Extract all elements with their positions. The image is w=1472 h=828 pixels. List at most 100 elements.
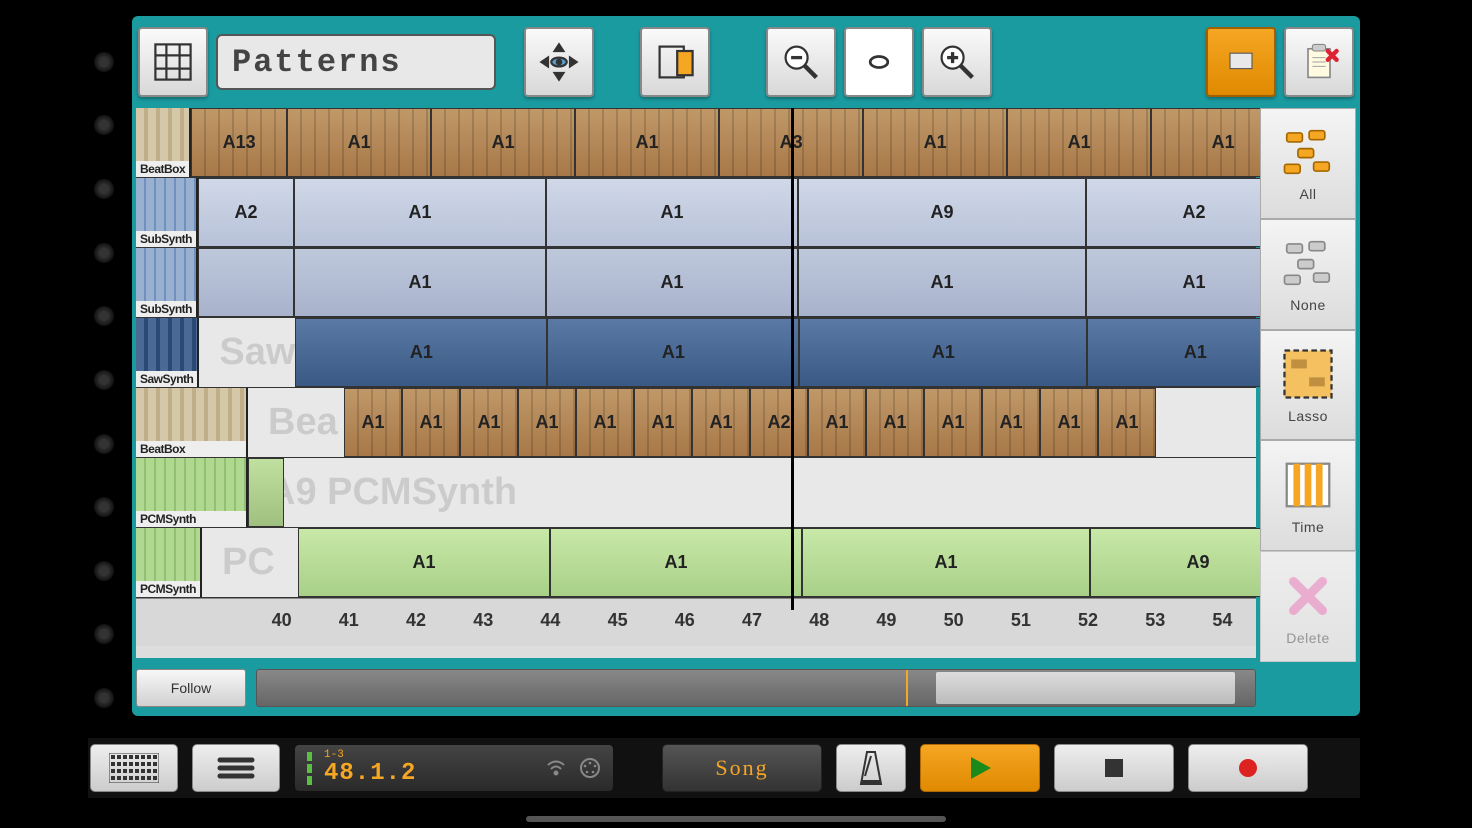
- track-lane[interactable]: PCA1A1A1A9: [202, 528, 1306, 597]
- pattern-clip[interactable]: A1: [294, 178, 546, 247]
- empty-region[interactable]: [202, 528, 298, 597]
- zoom-reset-button[interactable]: [844, 27, 914, 97]
- pattern-clip[interactable]: A1: [298, 528, 550, 597]
- delete-button[interactable]: Delete: [1260, 551, 1356, 662]
- split-button[interactable]: [640, 27, 710, 97]
- follow-button[interactable]: Follow: [136, 669, 246, 707]
- track-header[interactable]: SawSynth: [136, 318, 199, 387]
- track-header[interactable]: SubSynth: [136, 178, 198, 247]
- pattern-clip[interactable]: A1: [547, 318, 799, 387]
- horizontal-scrollbar[interactable]: [256, 669, 1256, 707]
- pattern-clip[interactable]: A1: [799, 318, 1087, 387]
- home-indicator: [526, 816, 946, 822]
- position-text: 48.1.2: [324, 760, 416, 787]
- track-row[interactable]: SawSynthSawA1A1A1A1: [136, 318, 1256, 388]
- bar-number: 45: [584, 599, 651, 646]
- pattern-clip[interactable]: A1: [344, 388, 402, 457]
- track-name-label: SubSynth: [136, 301, 196, 317]
- pattern-clip[interactable]: A1: [866, 388, 924, 457]
- bar-number: 48: [786, 599, 853, 646]
- pattern-clip[interactable]: A1: [287, 108, 431, 177]
- pattern-clip[interactable]: [248, 458, 284, 527]
- pattern-clip[interactable]: A2: [198, 178, 294, 247]
- pattern-clip[interactable]: A1: [982, 388, 1040, 457]
- pattern-clip[interactable]: A1: [294, 248, 546, 317]
- clipboard-button[interactable]: [1284, 27, 1354, 97]
- pattern-clip[interactable]: A1: [634, 388, 692, 457]
- track-row[interactable]: SubSynthA2 UBA1A1A1A1: [136, 248, 1256, 318]
- pattern-clip[interactable]: A1: [575, 108, 719, 177]
- track-lane[interactable]: A2 UBA1A1A1A1: [198, 248, 1302, 317]
- select-all-button[interactable]: All: [1260, 108, 1356, 219]
- midi-icon: [579, 757, 601, 779]
- pattern-clip[interactable]: A1: [1098, 388, 1156, 457]
- menu-button[interactable]: [192, 744, 280, 792]
- pattern-clip[interactable]: A1: [1040, 388, 1098, 457]
- record-button[interactable]: [1188, 744, 1308, 792]
- track-row[interactable]: SubSynthA2A1A1A9A2: [136, 178, 1256, 248]
- pattern-clip[interactable]: A2: [750, 388, 808, 457]
- clip-label: A1: [412, 552, 435, 573]
- grid-view-button[interactable]: [138, 27, 208, 97]
- play-button[interactable]: [920, 744, 1040, 792]
- pattern-clip[interactable]: A1: [295, 318, 547, 387]
- pan-view-button[interactable]: [524, 27, 594, 97]
- pattern-clip[interactable]: A1: [576, 388, 634, 457]
- lasso-button[interactable]: Lasso: [1260, 330, 1356, 441]
- pattern-clip[interactable]: A1: [546, 178, 798, 247]
- level-meter-icon: [307, 752, 312, 785]
- pattern-clip[interactable]: A1: [924, 388, 982, 457]
- playhead[interactable]: [791, 108, 794, 610]
- pattern-clip[interactable]: A1: [1007, 108, 1151, 177]
- track-header[interactable]: PCMSynth: [136, 458, 248, 527]
- pattern-clip[interactable]: A1: [802, 528, 1090, 597]
- track-row[interactable]: PCMSynthPCA1A1A1A9: [136, 528, 1256, 598]
- sequencer-grid[interactable]: BeatBoxA13A1A1A1A3A1A1A1SubSynthA2A1A1A9…: [136, 108, 1256, 658]
- pattern-clip[interactable]: A1: [431, 108, 575, 177]
- bar-number: 53: [1122, 599, 1189, 646]
- track-lane[interactable]: BeaA1A1A1A1A1A1A1A2A1A1A1A1A1A1: [248, 388, 1256, 457]
- pattern-clip[interactable]: A1: [692, 388, 750, 457]
- track-header[interactable]: SubSynth: [136, 248, 198, 317]
- metronome-button[interactable]: [836, 744, 906, 792]
- pattern-clip[interactable]: A1: [546, 248, 798, 317]
- track-header[interactable]: BeatBox: [136, 388, 248, 457]
- pattern-clip[interactable]: A1: [550, 528, 802, 597]
- empty-region[interactable]: [248, 388, 344, 457]
- bar-number: 47: [718, 599, 785, 646]
- track-row[interactable]: BeatBoxA13A1A1A1A3A1A1A1: [136, 108, 1256, 178]
- pattern-clip[interactable]: A1: [863, 108, 1007, 177]
- track-lane[interactable]: A2A1A1A9A2: [198, 178, 1302, 247]
- scroll-row: Follow: [136, 664, 1256, 712]
- ghost-label: A9 PCMSynth: [248, 458, 517, 527]
- zoom-in-button[interactable]: [922, 27, 992, 97]
- time-select-button[interactable]: Time: [1260, 440, 1356, 551]
- keyboard-button[interactable]: [90, 744, 178, 792]
- scroll-thumb[interactable]: [936, 672, 1235, 704]
- pattern-clip[interactable]: A1: [798, 248, 1086, 317]
- pattern-clip[interactable]: A13: [191, 108, 287, 177]
- pattern-clip[interactable]: A1: [808, 388, 866, 457]
- pattern-clip[interactable]: A1: [460, 388, 518, 457]
- track-lane[interactable]: SawA1A1A1A1: [199, 318, 1303, 387]
- track-header[interactable]: PCMSynth: [136, 528, 202, 597]
- track-header[interactable]: BeatBox: [136, 108, 191, 177]
- track-row[interactable]: PCMSynthA9 PCMSynth: [136, 458, 1256, 528]
- pattern-clip[interactable]: A1: [518, 388, 576, 457]
- pattern-clip[interactable]: A9: [798, 178, 1086, 247]
- mode-display[interactable]: Patterns: [216, 34, 496, 90]
- song-mode-button[interactable]: Song: [662, 744, 822, 792]
- track-lane[interactable]: A9 PCMSynth: [248, 458, 1256, 527]
- pattern-clip[interactable]: A1: [402, 388, 460, 457]
- stop-button[interactable]: [1054, 744, 1174, 792]
- zoom-out-button[interactable]: [766, 27, 836, 97]
- select-none-button[interactable]: None: [1260, 219, 1356, 330]
- empty-region[interactable]: [199, 318, 295, 387]
- clip-label: A1: [932, 342, 955, 363]
- pattern-clip[interactable]: [198, 248, 294, 317]
- bar-ruler[interactable]: 404142434445464748495051525354: [136, 598, 1256, 646]
- track-row[interactable]: BeatBoxBeaA1A1A1A1A1A1A1A2A1A1A1A1A1A1: [136, 388, 1256, 458]
- position-display[interactable]: 1-3 48.1.2: [294, 744, 614, 792]
- select-tool-button[interactable]: [1206, 27, 1276, 97]
- track-lane[interactable]: A13A1A1A1A3A1A1A1: [191, 108, 1295, 177]
